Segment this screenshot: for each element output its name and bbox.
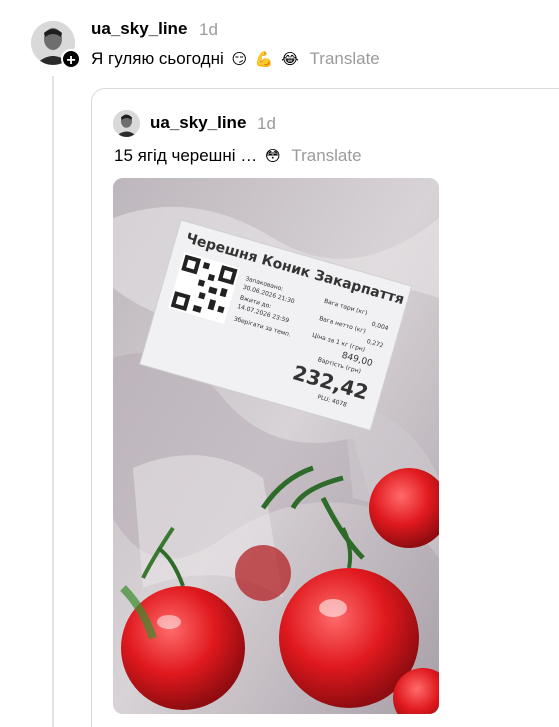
quote-avatar-photo — [113, 110, 140, 137]
flexed-biceps-emoji-icon: 💪 — [254, 51, 274, 68]
quote-timestamp[interactable]: 1d — [257, 114, 276, 134]
follow-plus-icon[interactable]: + — [61, 49, 81, 69]
thread-line — [52, 76, 54, 727]
flushed-face-emoji-icon: 😳 — [264, 148, 281, 165]
avatar-container[interactable]: + — [31, 21, 81, 69]
cherries-photo-illustration: Черешня Коник Закарпаття Запаковано: 30.… — [113, 178, 439, 714]
post-text-row: Я гуляю сьогодні 😏 💪 😂 Translate — [91, 49, 380, 69]
cherries-photo[interactable]: Черешня Коник Закарпаття Запаковано: 30.… — [113, 178, 439, 714]
quote-avatar[interactable] — [113, 110, 140, 137]
quote-text: 15 ягід черешні … — [114, 146, 258, 165]
smirk-emoji-icon: 😏 — [231, 51, 248, 68]
quote-translate-link[interactable]: Translate — [291, 146, 361, 165]
quote-username[interactable]: ua_sky_line — [150, 113, 246, 133]
quoted-post-card[interactable]: ua_sky_line 1d 15 ягід черешні … 😳 Trans… — [91, 88, 559, 727]
thread-post: + ua_sky_line 1d Я гуляю сьогодні 😏 💪 😂 … — [0, 0, 559, 727]
laughing-emoji-icon: 😂 — [281, 51, 299, 68]
post-timestamp[interactable]: 1d — [199, 20, 218, 40]
post-username[interactable]: ua_sky_line — [91, 19, 187, 39]
post-text: Я гуляю сьогодні — [91, 49, 224, 68]
translate-link[interactable]: Translate — [310, 49, 380, 68]
quote-text-row: 15 ягід черешні … 😳 Translate — [114, 146, 362, 166]
